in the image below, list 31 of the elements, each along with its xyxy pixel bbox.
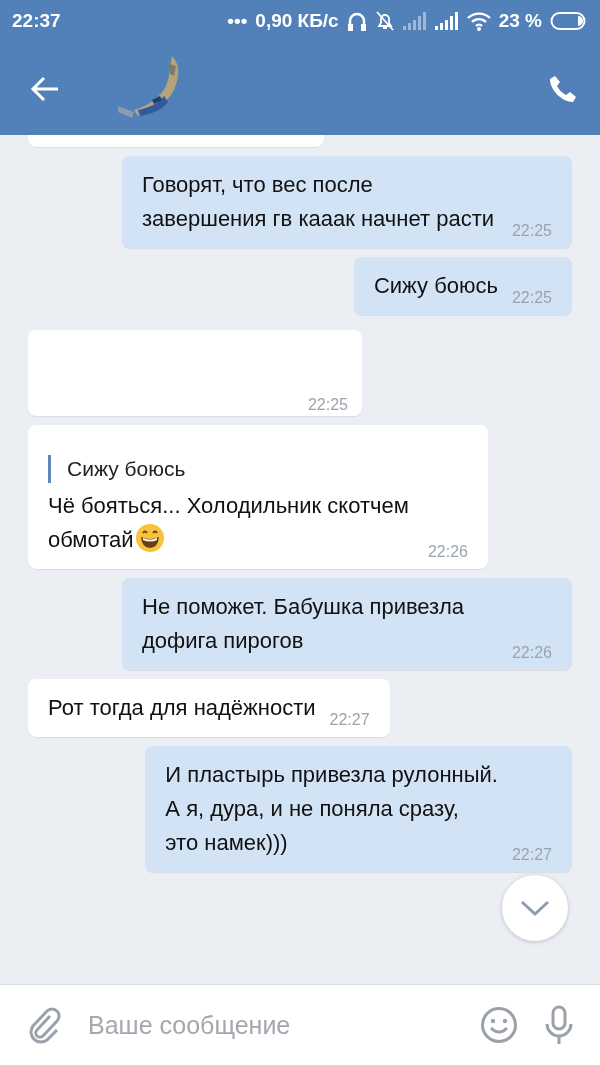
message-time: 22:26 (511, 644, 552, 662)
message-text: Не поможет. Бабушка привезла дофига пирогов (142, 593, 466, 655)
message-time: 22:27 (329, 711, 370, 729)
message-time: 22:25 (307, 396, 348, 414)
microphone-icon[interactable] (544, 1005, 574, 1045)
battery-icon (550, 11, 588, 31)
message-time: 22:25 (511, 222, 552, 240)
message-text: Рот тогда для надёжности (48, 694, 316, 722)
clock-text: 22:37 (12, 10, 61, 32)
quoted-message: Сижу боюсь (48, 455, 414, 483)
message-text: И пластырь привезла рулонный. А я, дура, и не поняла сразу, это намек))) (165, 761, 498, 857)
paperclip-icon[interactable] (28, 1006, 62, 1044)
back-arrow-icon[interactable] (30, 75, 60, 102)
message-text: Чё бояться... Холодильник скотчем обмотай (48, 492, 410, 555)
more-notifications-text: ••• (227, 10, 248, 32)
wifi-icon (466, 11, 491, 31)
message-text: Сижу боюсь (373, 272, 498, 300)
signal-icon (402, 12, 427, 30)
signal-icon (434, 12, 459, 30)
battery-percent-text: 23 % (498, 10, 542, 32)
message-time: 22:26 (427, 543, 468, 561)
network-speed-text: 0,90 КБ/с (255, 10, 339, 32)
smiley-icon[interactable] (480, 1006, 518, 1044)
message-time: 22:25 (511, 289, 552, 307)
chevron-down-icon (520, 899, 550, 917)
scroll-down-button[interactable] (502, 875, 568, 941)
headphones-icon (346, 10, 367, 32)
message-text: Говорят, что вес после завершения гв кааак начнет расти (142, 171, 495, 233)
phone-icon[interactable] (548, 73, 578, 104)
muted-bell-icon (374, 10, 395, 32)
message-time: 22:27 (511, 846, 552, 864)
